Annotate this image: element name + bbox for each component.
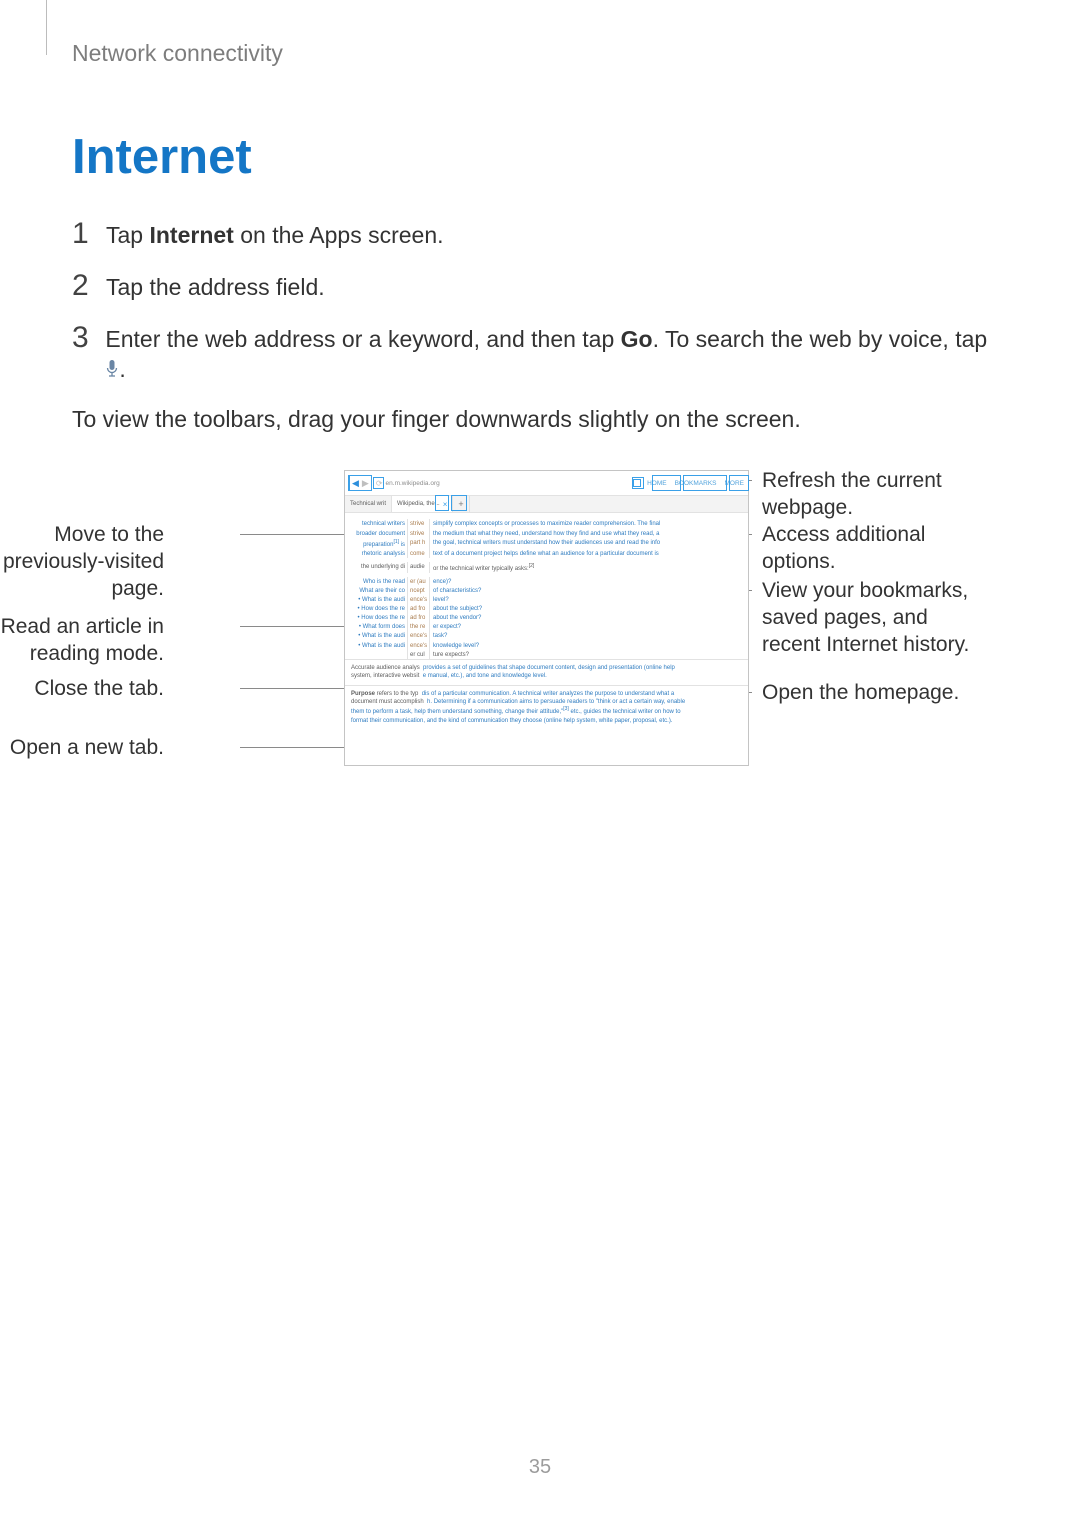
browser-tab: Technical writ bbox=[345, 496, 392, 512]
tab-row: Technical writ Wikipedia, the... × + bbox=[345, 495, 748, 513]
highlight-homepage bbox=[652, 475, 681, 491]
step-text: Enter the web address or a keyword, and … bbox=[105, 325, 998, 385]
callout-close-tab: Close the tab. bbox=[0, 676, 164, 703]
body-text: To view the toolbars, drag your finger d… bbox=[72, 405, 998, 435]
text: on the Apps screen. bbox=[234, 222, 444, 248]
highlight-refresh bbox=[373, 477, 384, 489]
step-number: 2 bbox=[72, 271, 106, 301]
callout-previous-page: Move to the previously-visited page. bbox=[0, 522, 164, 603]
callout-more-options: Access additional options. bbox=[762, 522, 982, 576]
callout-bookmarks-history: View your bookmarks, saved pages, and re… bbox=[762, 578, 982, 659]
text: . To search the web by voice, tap bbox=[653, 326, 988, 352]
highlight-nav bbox=[348, 475, 372, 491]
highlight-more bbox=[729, 475, 749, 491]
step-3: 3 Enter the web address or a keyword, an… bbox=[72, 323, 998, 385]
browser-diagram: Move to the previously-visited page. Rea… bbox=[82, 464, 998, 774]
bold-term: Internet bbox=[149, 222, 233, 248]
callout-reading-mode: Read an article in reading mode. bbox=[0, 614, 164, 668]
highlight-bookmarks bbox=[683, 475, 727, 491]
bold-term: Go bbox=[621, 326, 653, 352]
address-bar: ⟳ en.m.wikipedia.org bbox=[376, 476, 641, 490]
browser-screenshot: ◀ ▶ ⟳ en.m.wikipedia.org HOME BOOKMARKS … bbox=[344, 470, 749, 766]
step-number: 1 bbox=[72, 219, 106, 249]
tab-label: Technical writ bbox=[350, 501, 386, 507]
tab-label: Wikipedia, the... bbox=[397, 501, 440, 507]
page-number: 35 bbox=[0, 1456, 1080, 1479]
url-text: en.m.wikipedia.org bbox=[386, 480, 440, 487]
step-text: Tap Internet on the Apps screen. bbox=[106, 221, 444, 251]
callout-refresh: Refresh the current webpage. bbox=[762, 468, 982, 522]
microphone-icon bbox=[105, 359, 119, 379]
text: Enter the web address or a keyword, and … bbox=[105, 326, 620, 352]
leader-line bbox=[240, 534, 354, 535]
highlight-reader bbox=[632, 477, 644, 489]
callout-homepage: Open the homepage. bbox=[762, 680, 982, 707]
text: Tap bbox=[106, 222, 149, 248]
highlight-new-tab bbox=[451, 495, 467, 511]
step-text: Tap the address field. bbox=[106, 273, 325, 303]
section-header: Network connectivity bbox=[72, 40, 998, 67]
article-content: technical writersstrivesimplify complex … bbox=[345, 513, 748, 729]
text: . bbox=[119, 356, 125, 382]
page-title: Internet bbox=[72, 129, 998, 185]
step-1: 1 Tap Internet on the Apps screen. bbox=[72, 219, 998, 251]
text: Tap the address field. bbox=[106, 274, 325, 300]
highlight-close-tab bbox=[435, 495, 449, 511]
callout-new-tab: Open a new tab. bbox=[0, 735, 164, 762]
step-2: 2 Tap the address field. bbox=[72, 271, 998, 303]
step-number: 3 bbox=[72, 323, 105, 353]
